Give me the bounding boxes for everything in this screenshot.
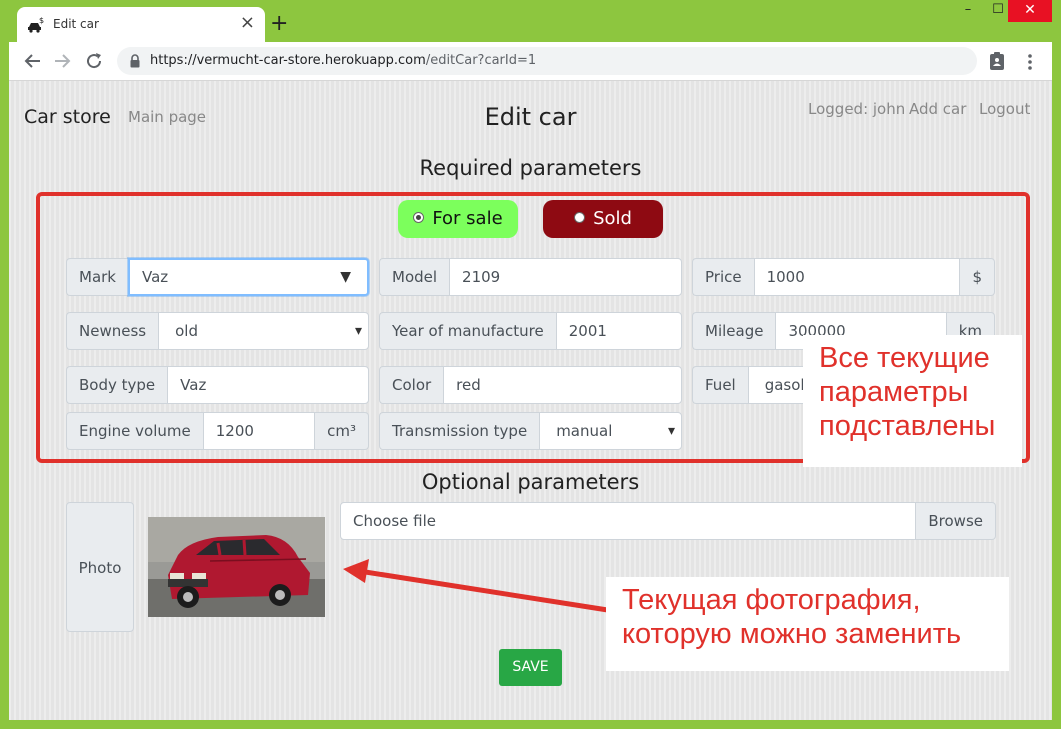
params-annotation: Все текущие параметры подставлены xyxy=(803,335,1022,467)
minimize-button[interactable]: – xyxy=(953,0,983,22)
save-button[interactable]: SAVE xyxy=(499,649,562,686)
page-viewport: Car store Main page Logged: john Add car… xyxy=(9,81,1052,720)
engine-unit: cm³ xyxy=(315,412,369,450)
mark-group: Mark Vaz ▼ xyxy=(66,258,369,296)
reload-icon[interactable] xyxy=(82,49,106,73)
optional-section-title: Optional parameters xyxy=(421,470,640,494)
photo-label: Photo xyxy=(66,502,134,632)
radio-unselected-icon xyxy=(574,212,586,223)
engine-input[interactable]: 1200 xyxy=(202,412,316,450)
annotation-line: которую можно заменить xyxy=(622,618,962,650)
for-sale-label: For sale xyxy=(432,208,503,229)
model-label: Model xyxy=(379,258,450,296)
browser-toolbar: https://vermucht-car-store.herokuapp.com… xyxy=(9,42,1052,81)
tab-title: Edit car xyxy=(53,17,99,31)
color-label: Color xyxy=(379,366,444,404)
dropdown-triangle-icon: ▼ xyxy=(340,269,351,285)
photo-annotation: Текущая фотография, которую можно замени… xyxy=(606,577,1009,671)
color-group: Color red xyxy=(379,366,682,404)
transmission-group: Transmission type manual xyxy=(379,412,682,450)
annotation-line: Все текущие xyxy=(819,342,990,374)
lock-icon xyxy=(130,54,140,68)
mileage-label: Mileage xyxy=(692,312,776,350)
model-group: Model 2109 xyxy=(379,258,682,296)
radio-selected-icon xyxy=(413,212,425,223)
car-dollar-icon: $ xyxy=(28,17,44,33)
newness-group: Newness old xyxy=(66,312,369,350)
year-input[interactable]: 2001 xyxy=(555,312,682,350)
price-input[interactable]: 1000 xyxy=(753,258,961,296)
sold-label: Sold xyxy=(593,208,632,229)
back-arrow-icon[interactable] xyxy=(21,49,45,73)
year-group: Year of manufacture 2001 xyxy=(379,312,682,350)
price-unit: $ xyxy=(960,258,995,296)
page-title: Edit car xyxy=(484,103,577,131)
transmission-label: Transmission type xyxy=(379,412,540,450)
body-type-input[interactable]: Vaz xyxy=(167,366,369,404)
model-input[interactable]: 2109 xyxy=(449,258,682,296)
fuel-label: Fuel xyxy=(692,366,748,404)
newness-select[interactable]: old xyxy=(158,312,369,350)
svg-text:$: $ xyxy=(39,17,44,25)
annotation-line: параметры xyxy=(819,376,969,408)
body-type-group: Body type Vaz xyxy=(66,366,369,404)
browse-button[interactable]: Browse xyxy=(916,502,996,540)
tab-strip: $ Edit car × + – ☐ ✕ xyxy=(9,0,1052,42)
transmission-select[interactable]: manual xyxy=(539,412,682,450)
newness-label: Newness xyxy=(66,312,159,350)
color-input[interactable]: red xyxy=(443,366,682,404)
required-section-title: Required parameters xyxy=(419,156,642,180)
tab-close-icon[interactable]: × xyxy=(240,13,255,33)
close-window-button[interactable]: ✕ xyxy=(1008,0,1052,22)
engine-group: Engine volume 1200 cm³ xyxy=(66,412,369,450)
browser-window: $ Edit car × + – ☐ ✕ https://vermucht-ca… xyxy=(9,0,1052,720)
mark-label: Mark xyxy=(66,258,128,296)
url-text: https://vermucht-car-store.herokuapp.com… xyxy=(150,53,536,68)
url-host: https://vermucht-car-store.herokuapp.com xyxy=(150,53,426,68)
file-input[interactable]: Choose file xyxy=(340,502,917,540)
annotation-arrow-icon xyxy=(343,559,615,614)
annotation-line: подставлены xyxy=(819,410,996,442)
newness-value: old xyxy=(175,322,198,340)
mark-value: Vaz xyxy=(142,268,169,286)
annotation-line: Текущая фотография, xyxy=(622,584,921,616)
address-bar[interactable]: https://vermucht-car-store.herokuapp.com… xyxy=(117,47,977,75)
price-group: Price 1000 $ xyxy=(692,258,995,296)
url-path: /editCar?carId=1 xyxy=(425,53,537,68)
transmission-value: manual xyxy=(556,422,613,440)
price-label: Price xyxy=(692,258,754,296)
kebab-menu-icon[interactable] xyxy=(1019,51,1041,73)
clipboard-extension-icon[interactable] xyxy=(986,50,1008,72)
body-type-label: Body type xyxy=(66,366,168,404)
new-tab-button[interactable]: + xyxy=(270,12,288,36)
file-chooser[interactable]: Choose file Browse xyxy=(340,502,996,540)
car-photo xyxy=(148,517,325,617)
forward-arrow-icon[interactable] xyxy=(50,49,74,73)
mark-select[interactable]: Vaz ▼ xyxy=(128,258,369,296)
engine-label: Engine volume xyxy=(66,412,203,450)
browser-tab[interactable]: $ Edit car × xyxy=(17,7,265,42)
sold-toggle[interactable]: Sold xyxy=(543,200,663,238)
year-label: Year of manufacture xyxy=(379,312,556,350)
for-sale-toggle[interactable]: For sale xyxy=(398,200,518,238)
